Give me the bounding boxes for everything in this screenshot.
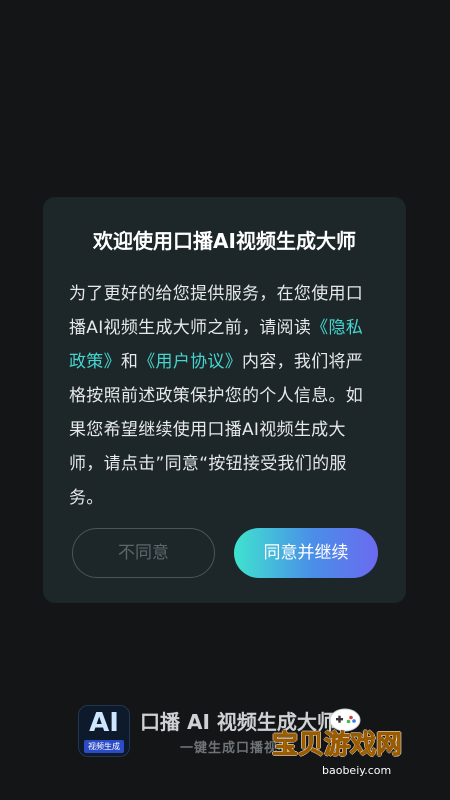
watermark-domain: baobeiy.com [322,764,392,777]
app-screen: 欢迎使用口播AI视频生成大师 为了更好的给您提供服务，在您使用口播AI视频生成大… [0,0,450,800]
watermark-text: 宝贝游戏网 [271,730,403,761]
dialog-body: 为了更好的给您提供服务，在您使用口播AI视频生成大师之前，请阅读《隐私政策》和《… [69,277,380,515]
and-text: 和 [120,352,139,372]
user-agreement-link[interactable]: 《用户协议》 [138,352,242,372]
app-logo-subtext: 视频生成 [84,740,124,753]
app-logo-ai-text: AI [89,708,119,738]
dialog-title: 欢迎使用口播AI视频生成大师 [93,229,356,253]
decline-button[interactable]: 不同意 [72,528,215,578]
dialog-buttons: 不同意 同意并继续 [72,528,378,578]
site-watermark: 宝贝游戏网 baobeiy.com [271,702,422,782]
agree-continue-button[interactable]: 同意并继续 [234,528,378,578]
app-logo-icon: AI 视频生成 [78,705,130,757]
privacy-dialog: 欢迎使用口播AI视频生成大师 为了更好的给您提供服务，在您使用口播AI视频生成大… [43,197,406,603]
body-text-part2: 内容，我们将严格按照前述政策保护您的个人信息。如果您希望继续使用口播AI视频生成… [69,352,364,508]
